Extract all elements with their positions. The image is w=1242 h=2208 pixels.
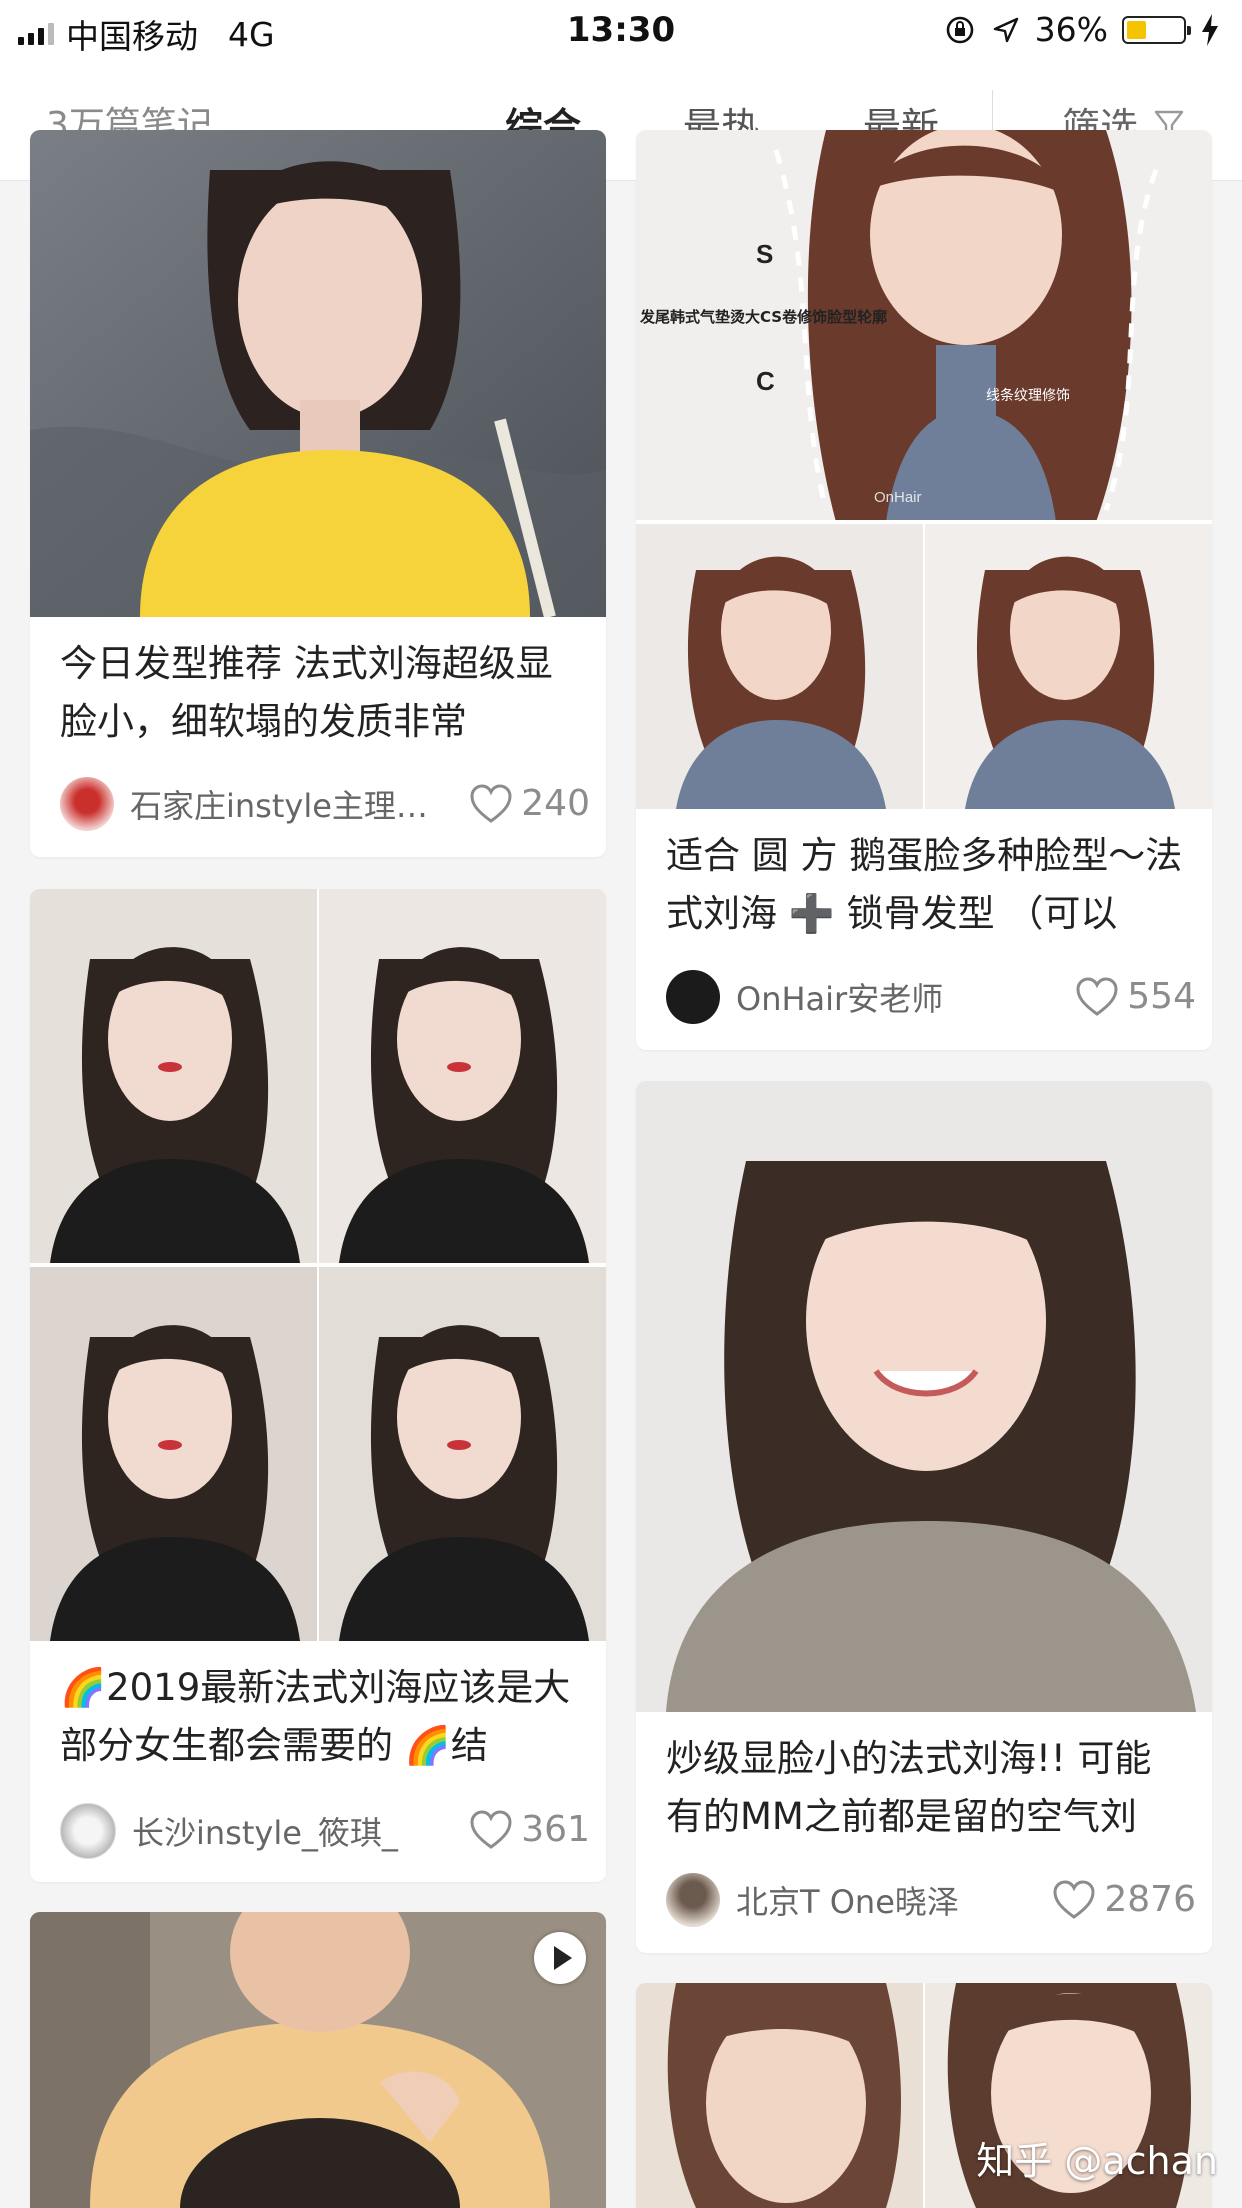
like-count: 554 <box>1127 976 1196 1017</box>
location-arrow-icon <box>993 17 1018 42</box>
note-cover-image[interactable] <box>30 1912 606 2208</box>
image-watermark: OnHair <box>874 489 922 506</box>
like-button[interactable]: 361 <box>469 1809 590 1850</box>
like-button[interactable]: 2876 <box>1052 1879 1196 1920</box>
note-title[interactable]: 🌈2019最新法式刘海应该是大部分女生都会需要的 🌈结 <box>60 1659 582 1775</box>
author-name: 北京T One晓泽 <box>736 1883 959 1921</box>
author-name: OnHair安老师 <box>736 980 944 1018</box>
like-count: 2876 <box>1104 1879 1196 1920</box>
note-cover-image[interactable] <box>30 130 606 617</box>
heart-icon <box>470 1809 512 1849</box>
orientation-lock-icon <box>946 16 973 43</box>
image-texture-note: 线条纹理修饰 <box>986 387 1070 404</box>
avatar[interactable] <box>666 970 720 1024</box>
charging-bolt-icon <box>1202 13 1218 46</box>
note-cover-image[interactable] <box>30 889 606 1641</box>
author-name: 长沙instyle_筱琪_ <box>132 1814 398 1852</box>
battery-icon <box>1122 15 1191 44</box>
heart-icon <box>470 783 512 823</box>
note-cover-image[interactable]: S C 发尾韩式气垫烫大CS卷修饰脸型轮廓 线条纹理修饰 OnHair <box>636 130 1212 809</box>
shape-letter-c: C <box>756 366 775 396</box>
avatar[interactable] <box>60 1803 116 1859</box>
note-card[interactable]: S C 发尾韩式气垫烫大CS卷修饰脸型轮廓 线条纹理修饰 OnHair 适合 圆… <box>636 130 1212 1050</box>
shape-letter-s: S <box>756 239 773 269</box>
avatar[interactable] <box>666 1873 720 1927</box>
note-author[interactable]: OnHair安老师 <box>666 970 943 1024</box>
note-card[interactable]: 🌈2019最新法式刘海应该是大部分女生都会需要的 🌈结 长沙instyle_筱琪… <box>30 889 606 1882</box>
note-title[interactable]: 适合 圆 方 鹅蛋脸多种脸型～法式刘海 ➕ 锁骨发型 （可以 <box>666 827 1188 943</box>
note-card[interactable]: 今日发型推荐 法式刘海超级显脸小，细软塌的发质非常 石家庄instyle主理… … <box>30 130 606 857</box>
status-right: 36% <box>943 10 1220 49</box>
like-button[interactable]: 240 <box>469 783 590 824</box>
note-card[interactable]: 炒级显脸小的法式刘海!! 可能有的MM之前都是留的空气刘 北京T One晓泽 2… <box>636 1081 1212 1953</box>
like-button[interactable]: 554 <box>1075 976 1196 1017</box>
source-watermark: 知乎 @achan <box>976 2139 1218 2183</box>
note-author[interactable]: 石家庄instyle主理… <box>60 777 428 831</box>
author-name: 石家庄instyle主理… <box>130 787 428 825</box>
battery-fill <box>1127 20 1146 39</box>
note-author[interactable]: 长沙instyle_筱琪_ <box>60 1803 398 1859</box>
image-annotation: 发尾韩式气垫烫大CS卷修饰脸型轮廓 <box>639 308 887 326</box>
note-cover-image[interactable] <box>636 1081 1212 1712</box>
note-author[interactable]: 北京T One晓泽 <box>666 1873 959 1927</box>
note-title[interactable]: 炒级显脸小的法式刘海!! 可能有的MM之前都是留的空气刘 <box>666 1730 1188 1846</box>
note-title[interactable]: 今日发型推荐 法式刘海超级显脸小，细软塌的发质非常 <box>60 635 582 751</box>
status-bar: 中国移动 4G 13:30 36% <box>0 0 1242 62</box>
heart-icon <box>1076 976 1118 1016</box>
note-card[interactable] <box>30 1912 606 2208</box>
heart-icon <box>1053 1879 1095 1919</box>
avatar[interactable] <box>60 777 114 831</box>
battery-percent: 36% <box>1034 10 1108 49</box>
video-play-icon[interactable] <box>534 1932 586 1984</box>
like-count: 361 <box>521 1809 590 1850</box>
like-count: 240 <box>521 783 590 824</box>
